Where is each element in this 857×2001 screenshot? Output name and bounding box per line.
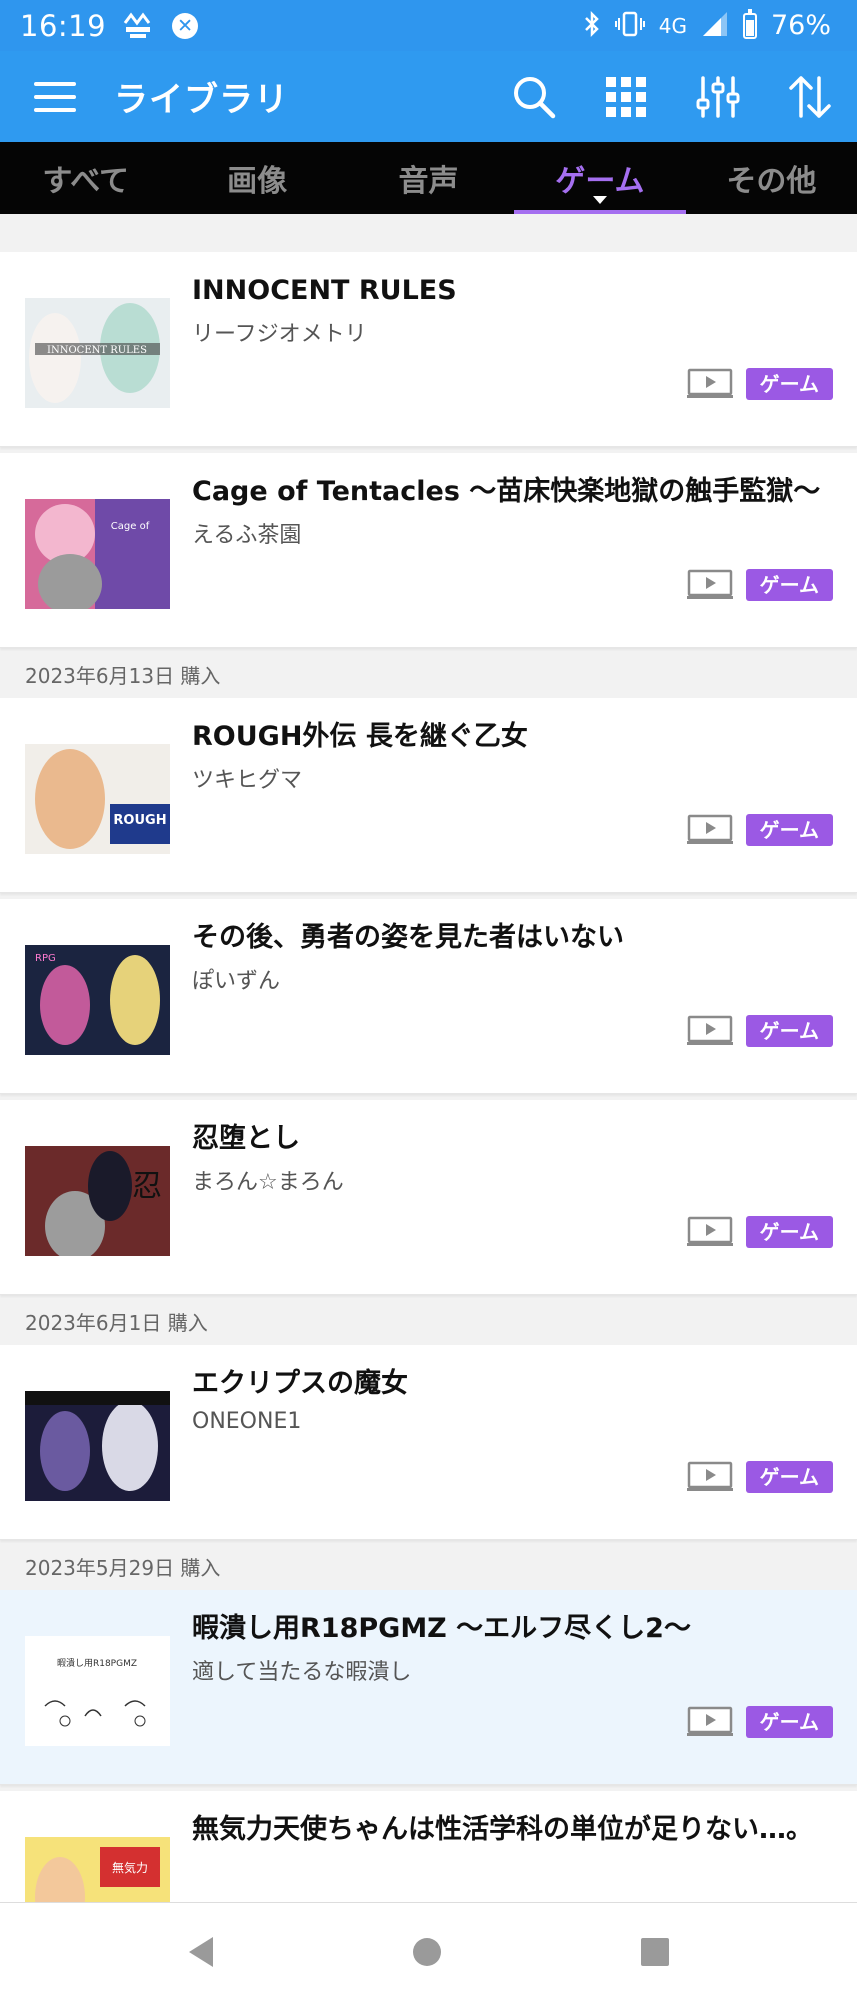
pc-play-icon [686,569,733,599]
item-title: その後、勇者の姿を見た者はいない [192,922,624,953]
list-item[interactable]: 暇潰し用R18PGMZ 暇潰し用R18PGMZ 〜エルフ尽くし2〜 適して当たる… [0,1590,857,1785]
list-item[interactable]: エクリプスの魔女 ONEONE1 ゲーム [0,1345,857,1540]
item-circle: ぽいずん [192,969,281,994]
tab-image[interactable]: 画像 [171,142,342,214]
list-item[interactable]: RPG その後、勇者の姿を見た者はいない ぽいずん ゲーム [0,899,857,1094]
item-title: 忍堕とし [192,1123,300,1154]
list-item[interactable]: ROUGH ROUGH外伝 長を継ぐ乙女 ツキヒグマ ゲーム [0,698,857,893]
caret-down-icon [592,196,607,204]
tab-other[interactable]: その他 [686,142,857,214]
library-list: INNOCENT RULES INNOCENT RULES リーフジオメトリ ゲ… [0,214,857,1918]
tab-all[interactable]: すべて [0,142,171,214]
item-title: 暇潰し用R18PGMZ 〜エルフ尽くし2〜 [192,1613,691,1644]
system-nav-bar [0,1902,857,2001]
game-badge: ゲーム [745,1461,833,1493]
vibrate-icon [614,10,645,42]
battery-percent: 76% [770,10,831,41]
item-circle: ツキヒグマ [192,768,303,793]
innocent-rules-cover: INNOCENT RULES [25,298,170,408]
list-item[interactable]: 忍 忍堕とし まろん☆まろん ゲーム [0,1100,857,1295]
yuusha-cover: RPG [25,945,170,1055]
pc-play-icon [686,814,733,844]
svg-text:暇潰し用R18PGMZ: 暇潰し用R18PGMZ [57,1657,137,1669]
svg-text:INNOCENT RULES: INNOCENT RULES [47,345,147,356]
search-icon[interactable] [511,74,557,120]
list-item[interactable]: INNOCENT RULES INNOCENT RULES リーフジオメトリ ゲ… [0,252,857,447]
item-circle: リーフジオメトリ [192,322,367,347]
shinobi-cover: 忍 [25,1146,170,1256]
tab-game[interactable]: ゲーム [514,142,687,214]
svg-text:Cage of: Cage of [111,521,150,532]
date-header: 2023年5月29日 購入 [0,1546,857,1590]
pc-play-icon [686,1706,733,1736]
cage-of-tentacles-cover: Cage of [25,499,170,609]
filter-sliders-icon[interactable] [695,74,741,120]
item-title: 無気力天使ちゃんは性活学科の単位が足りない…。 [192,1814,813,1845]
mynavi-icon [122,9,156,43]
notification-icon: ✕ [172,12,199,39]
page-title: ライブラリ [114,80,289,120]
list-item[interactable]: Cage of Cage of Tentacles 〜苗床快楽地獄の触手監獄〜 … [0,453,857,648]
item-title: INNOCENT RULES [192,275,457,306]
item-title: ROUGH外伝 長を継ぐ乙女 [192,721,528,752]
svg-text:ROUGH: ROUGH [113,813,166,828]
recents-icon[interactable] [640,1938,669,1966]
back-icon[interactable] [188,1937,213,1967]
category-tabs: すべて 画像 音声 ゲーム その他 [0,142,857,214]
item-circle: まろん☆まろん [192,1170,344,1195]
item-circle: ONEONE1 [192,1409,302,1434]
himatsubushi-cover: 暇潰し用R18PGMZ [25,1636,170,1746]
sort-icon[interactable] [787,74,833,120]
home-icon[interactable] [412,1938,441,1966]
pc-play-icon [686,1015,733,1045]
status-time: 16:19 [20,8,107,43]
game-badge: ゲーム [745,1216,833,1248]
network-type: 4G [658,13,687,38]
pc-play-icon [686,1216,733,1246]
svg-text:RPG: RPG [35,953,56,964]
item-circle: えるふ茶園 [192,523,302,548]
grid-view-icon[interactable] [603,74,649,120]
pc-play-icon [686,1461,733,1491]
eclipse-witch-cover [25,1391,170,1501]
status-bar: 16:19 ✕ 4G 76% [0,0,857,51]
game-badge: ゲーム [745,1015,833,1047]
game-badge: ゲーム [745,814,833,846]
tab-audio[interactable]: 音声 [343,142,514,214]
game-badge: ゲーム [745,1706,833,1738]
app-bar: ライブラリ [0,51,857,142]
item-title: エクリプスの魔女 [192,1368,408,1399]
bluetooth-icon [583,10,601,42]
angel-cover: 無気力 [25,1837,170,1911]
item-title: Cage of Tentacles 〜苗床快楽地獄の触手監獄〜 [192,476,821,507]
signal-icon [701,10,729,42]
date-header: 2023年6月1日 購入 [0,1301,857,1345]
game-badge: ゲーム [745,569,833,601]
list-item[interactable]: 無気力 無気力天使ちゃんは性活学科の単位が足りない…。 [0,1791,857,1912]
battery-icon [742,8,757,39]
rough-gaiden-cover: ROUGH [25,744,170,854]
menu-button[interactable] [34,80,78,114]
game-badge: ゲーム [745,368,833,400]
svg-text:無気力: 無気力 [112,1860,148,1875]
date-header: 2023年6月13日 購入 [0,654,857,698]
item-circle: 適して当たるな暇潰し [192,1660,412,1685]
svg-text:忍: 忍 [132,1169,162,1204]
pc-play-icon [686,368,733,398]
